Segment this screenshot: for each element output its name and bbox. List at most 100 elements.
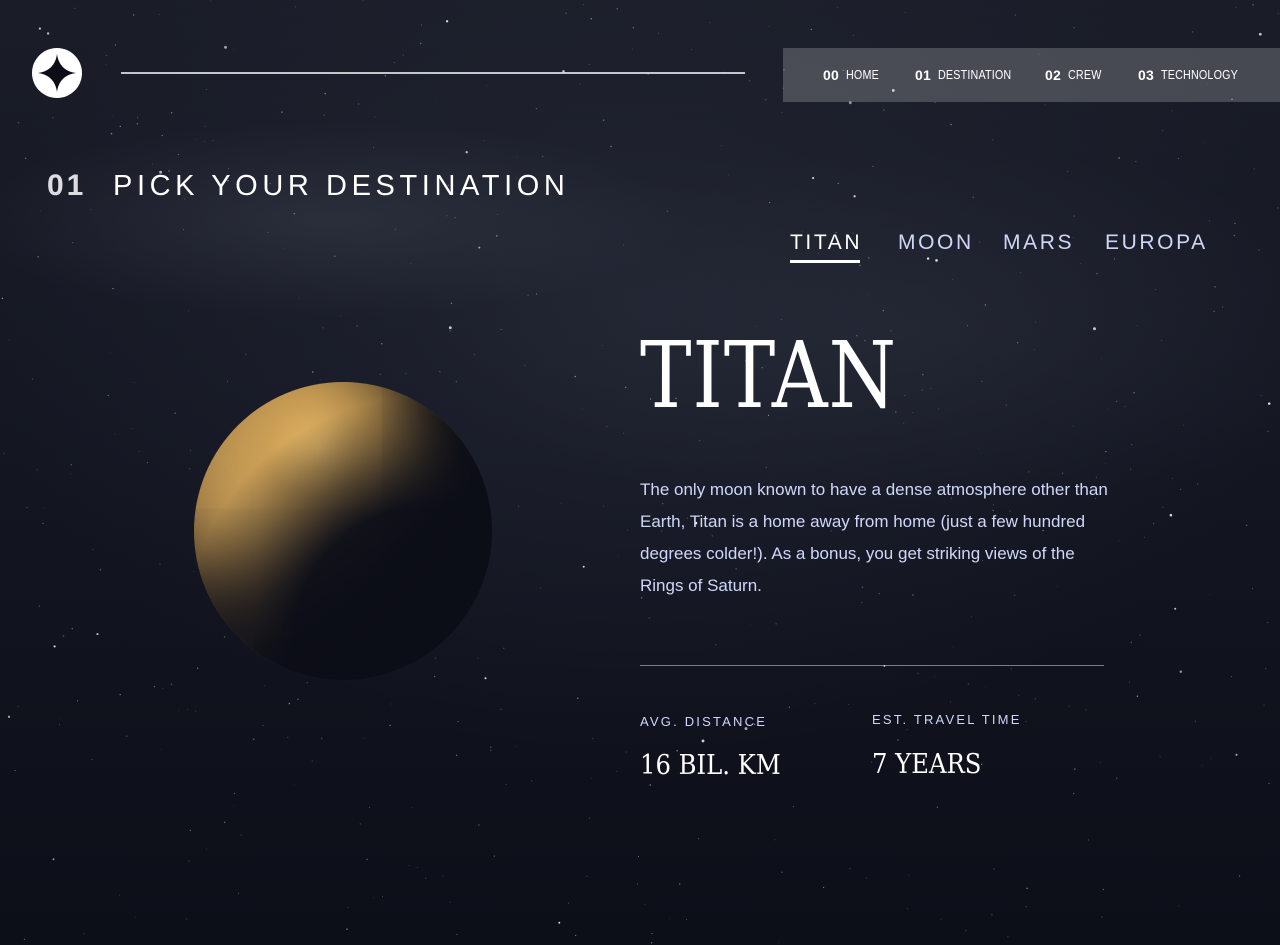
star	[781, 112, 783, 114]
star	[114, 44, 117, 46]
star	[193, 571, 194, 572]
tab-moon[interactable]: MOON	[898, 231, 974, 264]
star	[1252, 4, 1254, 6]
star	[774, 839, 776, 841]
star	[972, 196, 974, 198]
tab-mars[interactable]: MARS	[1003, 231, 1074, 264]
star	[456, 933, 458, 936]
star	[610, 145, 612, 148]
star	[24, 157, 27, 160]
star	[450, 302, 453, 305]
star	[669, 918, 670, 920]
star	[1131, 444, 1133, 446]
star	[489, 749, 492, 752]
star	[950, 123, 952, 126]
star	[484, 677, 487, 680]
star	[478, 246, 481, 249]
star	[859, 264, 861, 267]
star	[1277, 207, 1279, 209]
star	[162, 688, 164, 689]
nav-item-destination[interactable]: 01 DESTINATION	[915, 48, 1023, 102]
star	[105, 54, 108, 57]
star	[904, 395, 906, 397]
star	[527, 294, 529, 296]
star	[1162, 129, 1164, 131]
star	[204, 125, 206, 127]
star	[1010, 668, 1013, 670]
star	[497, 214, 499, 215]
page-title-number: 01	[47, 169, 87, 202]
star	[38, 605, 41, 607]
star	[872, 165, 874, 167]
star	[1214, 286, 1216, 288]
star	[53, 645, 56, 648]
star	[1026, 887, 1028, 890]
star	[1087, 839, 1090, 841]
star	[765, 466, 767, 468]
nav-number: 02	[1045, 67, 1061, 83]
nav-item-crew[interactable]: 02 CREW	[1045, 48, 1107, 102]
star	[616, 771, 618, 772]
nav-item-home[interactable]: 00 HOME	[823, 48, 884, 102]
star	[381, 896, 383, 898]
nav-item-technology[interactable]: 03 TECHNOLOGY	[1138, 48, 1251, 102]
star	[112, 287, 114, 290]
star	[1251, 587, 1253, 589]
star	[750, 624, 751, 625]
star	[1068, 705, 1070, 707]
star	[477, 657, 479, 659]
star	[1044, 104, 1046, 106]
logo-star-icon[interactable]	[32, 48, 82, 98]
star	[421, 24, 422, 26]
page-title-text: PICK YOUR DESTINATION	[113, 169, 570, 202]
star	[402, 54, 404, 56]
star	[1130, 641, 1133, 644]
starfield	[1, 0, 1279, 944]
star	[698, 838, 700, 840]
star	[73, 7, 76, 10]
star	[294, 6, 296, 8]
star	[1152, 523, 1155, 525]
star	[1260, 395, 1262, 397]
star	[1174, 607, 1177, 610]
tab-titan[interactable]: TITAN	[790, 231, 862, 264]
star	[1178, 905, 1180, 907]
star	[651, 933, 653, 935]
star	[1258, 249, 1260, 251]
star	[223, 636, 226, 638]
star	[474, 354, 475, 355]
star	[439, 371, 441, 373]
star	[1139, 634, 1141, 636]
star	[281, 111, 283, 113]
tab-europa[interactable]: EUROPA	[1105, 231, 1208, 264]
star	[445, 20, 449, 23]
star	[224, 821, 226, 823]
star	[574, 375, 577, 378]
star	[768, 201, 771, 204]
star	[666, 210, 669, 212]
star	[622, 244, 625, 246]
star	[503, 647, 505, 649]
star	[1034, 698, 1037, 700]
star	[245, 353, 247, 355]
star	[984, 687, 986, 689]
star	[1159, 756, 1161, 758]
star	[1213, 310, 1215, 312]
star	[7, 715, 11, 718]
star	[822, 886, 825, 889]
star	[483, 140, 485, 141]
destination-description: The only moon known to have a dense atmo…	[640, 480, 1108, 595]
star	[1135, 161, 1137, 163]
star	[133, 14, 135, 16]
star	[1191, 31, 1194, 33]
star	[174, 412, 176, 414]
star	[1231, 676, 1232, 677]
star	[937, 408, 939, 410]
star	[1073, 27, 1075, 29]
star	[158, 14, 160, 15]
star	[374, 116, 376, 118]
star	[984, 304, 987, 306]
star	[950, 701, 952, 703]
star	[39, 210, 41, 212]
star	[240, 834, 242, 836]
